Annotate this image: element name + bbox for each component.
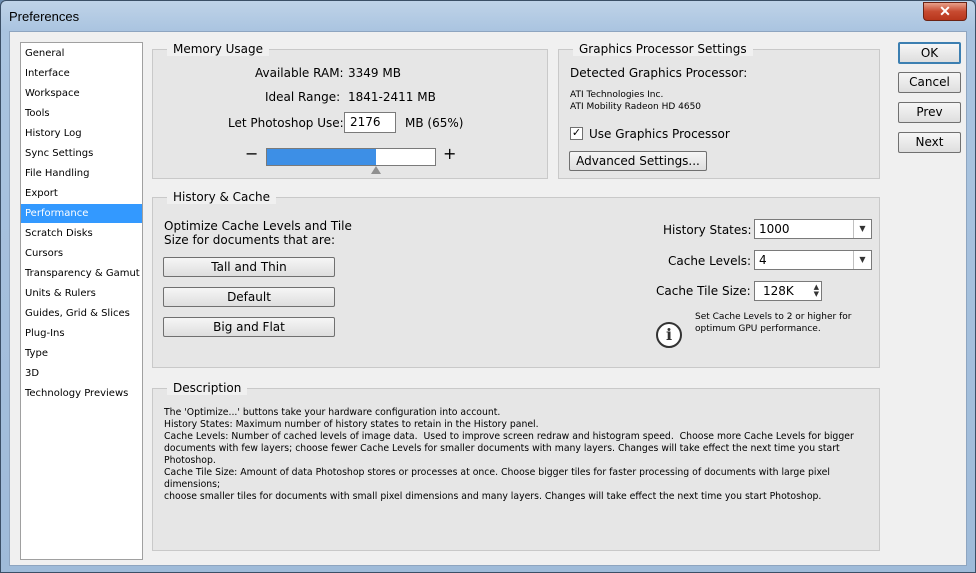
available-ram-value: 3349 MB bbox=[348, 66, 401, 80]
sidebar-item-interface[interactable]: Interface bbox=[21, 64, 142, 83]
memory-usage-title: Memory Usage bbox=[167, 42, 270, 56]
history-states-value: 1000 bbox=[759, 222, 790, 236]
memory-slider-fill bbox=[267, 149, 376, 165]
cache-tile-size-value: 128K bbox=[763, 284, 794, 298]
ideal-range-label: Ideal Range: bbox=[265, 90, 341, 104]
ideal-range-value: 1841-2411 MB bbox=[348, 90, 436, 104]
ok-button[interactable]: OK bbox=[898, 42, 961, 64]
category-list: General Interface Workspace Tools Histor… bbox=[20, 42, 143, 560]
history-cache-title: History & Cache bbox=[167, 190, 276, 204]
dialog-body: General Interface Workspace Tools Histor… bbox=[9, 31, 967, 566]
history-states-select[interactable]: 1000 ▼ bbox=[754, 219, 872, 239]
history-states-label: History States: bbox=[663, 223, 752, 237]
sidebar-item-tools[interactable]: Tools bbox=[21, 104, 142, 123]
use-gpu-label: Use Graphics Processor bbox=[589, 127, 730, 141]
cancel-button[interactable]: Cancel bbox=[898, 72, 961, 93]
big-and-flat-button[interactable]: Big and Flat bbox=[163, 317, 335, 337]
sidebar-item-transparency-gamut[interactable]: Transparency & Gamut bbox=[21, 264, 142, 283]
gpu-hint-line2: optimum GPU performance. bbox=[695, 324, 821, 334]
memory-slider[interactable] bbox=[266, 148, 436, 166]
description-group: Description The 'Optimize...' buttons ta… bbox=[152, 381, 880, 551]
available-ram-label: Available RAM: bbox=[255, 66, 344, 80]
cache-levels-label: Cache Levels: bbox=[668, 254, 752, 268]
chevron-down-icon[interactable]: ▼ bbox=[853, 220, 871, 238]
sidebar-item-workspace[interactable]: Workspace bbox=[21, 84, 142, 103]
default-button[interactable]: Default bbox=[163, 287, 335, 307]
sidebar-item-history-log[interactable]: History Log bbox=[21, 124, 142, 143]
photoshop-use-input[interactable]: 2176 bbox=[344, 112, 396, 133]
next-button[interactable]: Next bbox=[898, 132, 961, 153]
sidebar-item-technology-previews[interactable]: Technology Previews bbox=[21, 384, 142, 403]
description-title: Description bbox=[167, 381, 248, 395]
cache-levels-select[interactable]: 4 ▼ bbox=[754, 250, 872, 270]
decrease-memory-button[interactable]: − bbox=[245, 144, 258, 163]
prev-button[interactable]: Prev bbox=[898, 102, 961, 123]
close-icon[interactable]: ✕ bbox=[923, 2, 967, 21]
sidebar-item-cursors[interactable]: Cursors bbox=[21, 244, 142, 263]
sidebar-item-export[interactable]: Export bbox=[21, 184, 142, 203]
memory-slider-thumb[interactable] bbox=[371, 166, 381, 174]
advanced-settings-button[interactable]: Advanced Settings... bbox=[569, 151, 707, 171]
history-cache-group: History & Cache Optimize Cache Levels an… bbox=[152, 190, 880, 368]
increase-memory-button[interactable]: + bbox=[443, 144, 456, 163]
sidebar-item-3d[interactable]: 3D bbox=[21, 364, 142, 383]
memory-usage-group: Memory Usage Available RAM: 3349 MB Idea… bbox=[152, 42, 548, 179]
window-title: Preferences bbox=[9, 9, 80, 24]
chevron-down-icon[interactable]: ▼ bbox=[853, 251, 871, 269]
cache-tile-size-stepper[interactable]: 128K ▲ ▼ bbox=[754, 281, 822, 301]
detected-gpu-label: Detected Graphics Processor: bbox=[570, 66, 748, 80]
gpu-settings-group: Graphics Processor Settings Detected Gra… bbox=[558, 42, 880, 179]
preferences-window: Preferences ✕ General Interface Workspac… bbox=[0, 0, 976, 573]
sidebar-item-units-rulers[interactable]: Units & Rulers bbox=[21, 284, 142, 303]
sidebar-item-plug-ins[interactable]: Plug-Ins bbox=[21, 324, 142, 343]
photoshop-use-label: Let Photoshop Use: bbox=[228, 116, 344, 130]
use-gpu-checkbox[interactable]: ✓ bbox=[570, 127, 583, 140]
optimize-text-line1: Optimize Cache Levels and Tile bbox=[164, 219, 352, 233]
sidebar-item-scratch-disks[interactable]: Scratch Disks bbox=[21, 224, 142, 243]
optimize-text-line2: Size for documents that are: bbox=[164, 233, 336, 247]
sidebar-item-sync-settings[interactable]: Sync Settings bbox=[21, 144, 142, 163]
gpu-hint-line1: Set Cache Levels to 2 or higher for bbox=[695, 312, 852, 322]
title-bar[interactable]: Preferences ✕ bbox=[1, 1, 975, 31]
description-text: The 'Optimize...' buttons take your hard… bbox=[164, 407, 854, 502]
tall-and-thin-button[interactable]: Tall and Thin bbox=[163, 257, 335, 277]
cache-levels-value: 4 bbox=[759, 253, 767, 267]
info-icon: i bbox=[656, 322, 682, 348]
photoshop-use-suffix: MB (65%) bbox=[405, 116, 464, 130]
cache-tile-size-label: Cache Tile Size: bbox=[656, 284, 751, 298]
gpu-settings-title: Graphics Processor Settings bbox=[573, 42, 753, 56]
gpu-model: ATI Mobility Radeon HD 4650 bbox=[570, 102, 702, 112]
sidebar-item-type[interactable]: Type bbox=[21, 344, 142, 363]
sidebar-item-guides-grid-slices[interactable]: Guides, Grid & Slices bbox=[21, 304, 142, 323]
stepper-arrows-icon[interactable]: ▲ ▼ bbox=[814, 284, 819, 298]
sidebar-item-performance[interactable]: Performance bbox=[21, 204, 142, 223]
gpu-vendor: ATI Technologies Inc. bbox=[570, 90, 664, 100]
sidebar-item-general[interactable]: General bbox=[21, 44, 142, 63]
sidebar-item-file-handling[interactable]: File Handling bbox=[21, 164, 142, 183]
